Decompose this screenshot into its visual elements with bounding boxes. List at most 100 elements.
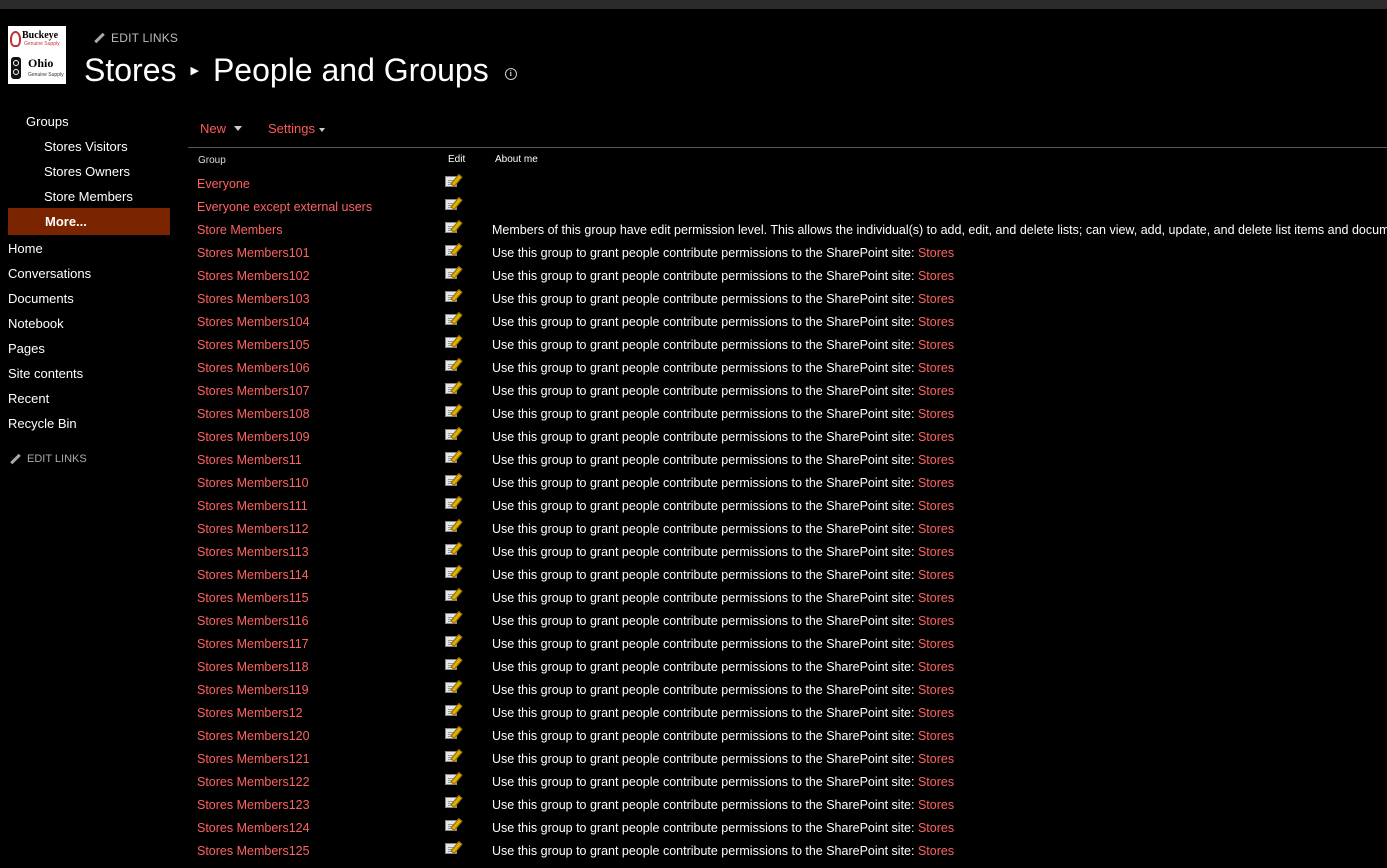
nav-group-stores-visitors[interactable]: Stores Visitors [44,139,128,154]
edit-group-button[interactable] [445,636,459,649]
group-name-link[interactable]: Stores Members105 [197,338,310,352]
site-link[interactable]: Stores [918,752,954,766]
edit-group-button[interactable] [445,728,459,741]
site-link[interactable]: Stores [918,775,954,789]
group-name-link[interactable]: Stores Members106 [197,361,310,375]
table-row: Stores Members113 Use this group to grant… [0,541,1387,564]
site-logo[interactable]: Buckeye Genuine Supply Ohio Genuine Supp… [8,26,66,84]
site-link[interactable]: Stores [918,292,954,306]
site-link[interactable]: Stores [918,683,954,697]
group-name-link[interactable]: Stores Members101 [197,246,310,260]
new-menu-button[interactable]: New [200,121,243,136]
edit-group-button[interactable] [445,843,459,856]
edit-group-button[interactable] [445,199,459,212]
group-name-link[interactable]: Stores Members117 [197,637,309,651]
group-name-link[interactable]: Stores Members112 [197,522,309,536]
group-name-link[interactable]: Stores Members103 [197,292,310,306]
group-name-link[interactable]: Stores Members104 [197,315,310,329]
group-name-link[interactable]: Stores Members11 [197,453,302,467]
edit-links-top[interactable]: EDIT LINKS [94,31,178,45]
edit-group-button[interactable] [445,797,459,810]
nav-groups-heading[interactable]: Groups [26,114,69,129]
site-link[interactable]: Stores [918,361,954,375]
site-link[interactable]: Stores [918,706,954,720]
edit-group-button[interactable] [445,337,459,350]
group-name-link[interactable]: Stores Members115 [197,591,309,605]
edit-group-button[interactable] [445,268,459,281]
column-header-group[interactable]: Group [198,155,226,166]
group-name-link[interactable]: Stores Members119 [197,683,309,697]
edit-group-button[interactable] [445,314,459,327]
group-name-link[interactable]: Everyone [197,177,250,191]
group-name-link[interactable]: Stores Members116 [197,614,309,628]
group-name-link[interactable]: Stores Members12 [197,706,303,720]
edit-group-button[interactable] [445,245,459,258]
group-name-link[interactable]: Stores Members102 [197,269,310,283]
site-link[interactable]: Stores [918,338,954,352]
site-link[interactable]: Stores [918,407,954,421]
site-link[interactable]: Stores [918,798,954,812]
edit-group-button[interactable] [445,291,459,304]
edit-group-button[interactable] [445,682,459,695]
settings-menu-button[interactable]: Settings [268,121,325,136]
site-link[interactable]: Stores [918,821,954,835]
site-link[interactable]: Stores [918,476,954,490]
edit-group-button[interactable] [445,613,459,626]
group-about-text: Use this group to grant people contribut… [492,499,954,513]
edit-group-button[interactable] [445,659,459,672]
edit-group-button[interactable] [445,567,459,580]
info-icon[interactable]: i [504,68,517,80]
group-name-link[interactable]: Stores Members114 [197,568,309,582]
group-name-link[interactable]: Stores Members111 [197,499,308,513]
edit-group-button[interactable] [445,406,459,419]
site-link[interactable]: Stores [918,522,954,536]
site-link[interactable]: Stores [918,614,954,628]
site-link[interactable]: Stores [918,453,954,467]
column-header-about[interactable]: About me [495,154,538,165]
edit-group-button[interactable] [445,544,459,557]
column-header-edit[interactable]: Edit [448,154,465,165]
edit-group-button[interactable] [445,521,459,534]
edit-group-button[interactable] [445,429,459,442]
edit-group-button[interactable] [445,360,459,373]
edit-group-button[interactable] [445,498,459,511]
group-name-link[interactable]: Stores Members108 [197,407,310,421]
group-name-link[interactable]: Stores Members107 [197,384,310,398]
group-name-link[interactable]: Stores Members113 [197,545,309,559]
site-link[interactable]: Stores [918,660,954,674]
site-link[interactable]: Stores [918,315,954,329]
group-name-link[interactable]: Stores Members122 [197,775,310,789]
site-link[interactable]: Stores [918,269,954,283]
site-link[interactable]: Stores [918,384,954,398]
site-link[interactable]: Stores [918,499,954,513]
group-name-link[interactable]: Stores Members110 [197,476,309,490]
group-name-link[interactable]: Stores Members124 [197,821,310,835]
group-name-link[interactable]: Stores Members118 [197,660,309,674]
site-link[interactable]: Stores [918,637,954,651]
edit-group-button[interactable] [445,705,459,718]
edit-group-button[interactable] [445,820,459,833]
group-name-link[interactable]: Stores Members121 [197,752,310,766]
site-link[interactable]: Stores [918,568,954,582]
site-link[interactable]: Stores [918,545,954,559]
edit-group-button[interactable] [445,774,459,787]
site-link[interactable]: Stores [918,430,954,444]
site-link[interactable]: Stores [918,729,954,743]
site-link[interactable]: Stores [918,246,954,260]
group-name-link[interactable]: Stores Members125 [197,844,310,858]
group-name-link[interactable]: Stores Members120 [197,729,310,743]
group-name-link[interactable]: Stores Members123 [197,798,310,812]
group-name-link[interactable]: Store Members [197,223,282,237]
group-name-link[interactable]: Stores Members109 [197,430,310,444]
edit-group-button[interactable] [445,176,459,189]
edit-group-button[interactable] [445,475,459,488]
site-link[interactable]: Stores [918,591,954,605]
edit-group-button[interactable] [445,452,459,465]
edit-group-button[interactable] [445,590,459,603]
edit-group-button[interactable] [445,383,459,396]
site-title-link[interactable]: Stores [84,52,176,89]
site-link[interactable]: Stores [918,844,954,858]
group-name-link[interactable]: Everyone except external users [197,200,372,214]
edit-group-button[interactable] [445,222,459,235]
edit-group-button[interactable] [445,751,459,764]
